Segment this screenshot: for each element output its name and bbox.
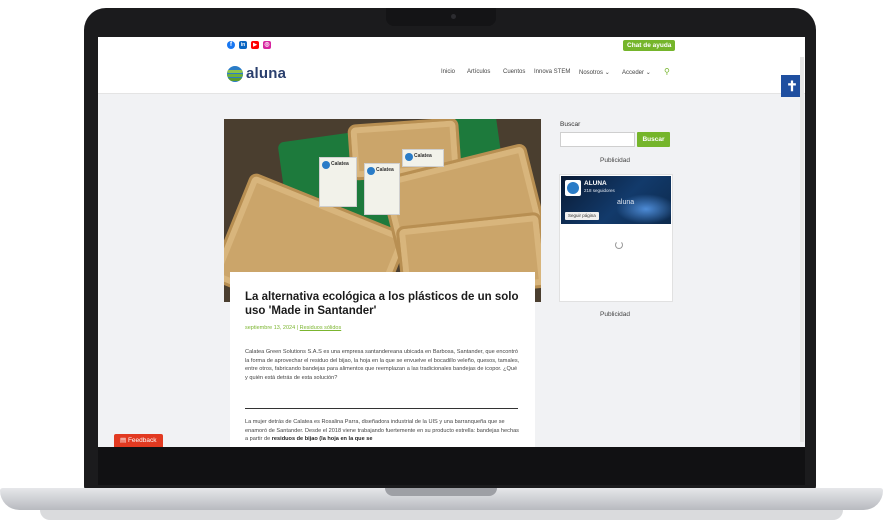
- product-label: Calatea: [402, 149, 444, 167]
- linkedin-icon[interactable]: in: [239, 41, 247, 49]
- publicidad-label: Publicidad: [600, 311, 630, 318]
- article-paragraph-2: La mujer detrás de Calatea es Rosalina P…: [245, 418, 520, 444]
- laptop-base-notch: [385, 488, 497, 496]
- chevron-down-icon: ⌄: [645, 70, 651, 76]
- laptop-bezel: [98, 447, 805, 485]
- search-button[interactable]: Buscar: [637, 132, 670, 147]
- site-header: aluna Inicio Artículos Cuentos Innova ST…: [98, 55, 805, 94]
- facebook-cover-logo: aluna: [617, 199, 635, 206]
- feedback-label: Feedback: [127, 437, 157, 444]
- nav-cuentos[interactable]: Cuentos: [503, 69, 525, 75]
- nav-inicio[interactable]: Inicio: [441, 69, 455, 75]
- laptop-base-shadow: [40, 510, 843, 520]
- scrollbar[interactable]: [800, 57, 804, 442]
- search-input[interactable]: [560, 132, 635, 147]
- product-label: Calatea: [319, 157, 357, 207]
- facebook-followers: 218 seguidores: [584, 188, 615, 193]
- nav-innova-stem[interactable]: Innova STEM: [534, 69, 570, 75]
- nav-nosotros-label: Nosotros: [579, 70, 604, 76]
- camera-icon: [451, 14, 456, 19]
- facebook-icon[interactable]: f: [227, 41, 235, 49]
- youtube-icon[interactable]: ▶: [251, 41, 259, 49]
- facebook-cover-image: ALUNA 218 seguidores aluna Seguir página: [561, 176, 671, 224]
- search-icon[interactable]: ⚲: [664, 67, 670, 76]
- paragraph-bold-text: residuos de bijao (la hoja en la que se: [271, 436, 373, 442]
- facebook-follow-button[interactable]: Seguir página: [565, 212, 599, 220]
- facebook-page-widget[interactable]: ALUNA 218 seguidores aluna Seguir página: [559, 174, 673, 302]
- browser-screen: f in ▶ ◎ Chat de ayuda aluna Inicio Artí…: [98, 37, 805, 447]
- instagram-icon[interactable]: ◎: [263, 41, 271, 49]
- nav-acceder[interactable]: Acceder ⌄: [622, 69, 651, 76]
- aluna-logo-icon: [227, 66, 243, 82]
- article-card: La alternativa ecológica a los plásticos…: [230, 272, 535, 447]
- article-meta: septiembre 13, 2024 | Residuos sólidos: [245, 325, 341, 331]
- help-chat-button[interactable]: Chat de ayuda: [623, 40, 676, 51]
- top-bar: f in ▶ ◎ Chat de ayuda: [98, 37, 805, 56]
- facebook-avatar: [565, 180, 581, 196]
- logo-text: aluna: [246, 65, 287, 82]
- article-category-link[interactable]: Residuos sólidos: [300, 325, 342, 331]
- camera-notch: [386, 8, 496, 26]
- loading-spinner-icon: [615, 241, 623, 249]
- feedback-icon: ▤: [120, 437, 128, 444]
- nav-articulos[interactable]: Artículos: [467, 69, 490, 75]
- article-paragraph-1: Calatea Green Solutions S.A.S es una emp…: [245, 349, 520, 381]
- search-label: Buscar: [560, 121, 581, 128]
- chevron-down-icon: ⌄: [604, 70, 610, 76]
- nav-acceder-label: Acceder: [622, 70, 645, 76]
- product-label: Calatea: [364, 163, 400, 215]
- feedback-button[interactable]: ▤ Feedback: [114, 434, 163, 447]
- publicidad-label: Publicidad: [600, 157, 630, 164]
- article-title[interactable]: La alternativa ecológica a los plásticos…: [245, 290, 530, 318]
- article-date: septiembre 13, 2024: [245, 325, 296, 331]
- divider: [245, 408, 518, 409]
- facebook-page-name[interactable]: ALUNA: [584, 180, 607, 187]
- nav-nosotros[interactable]: Nosotros ⌄: [579, 69, 610, 76]
